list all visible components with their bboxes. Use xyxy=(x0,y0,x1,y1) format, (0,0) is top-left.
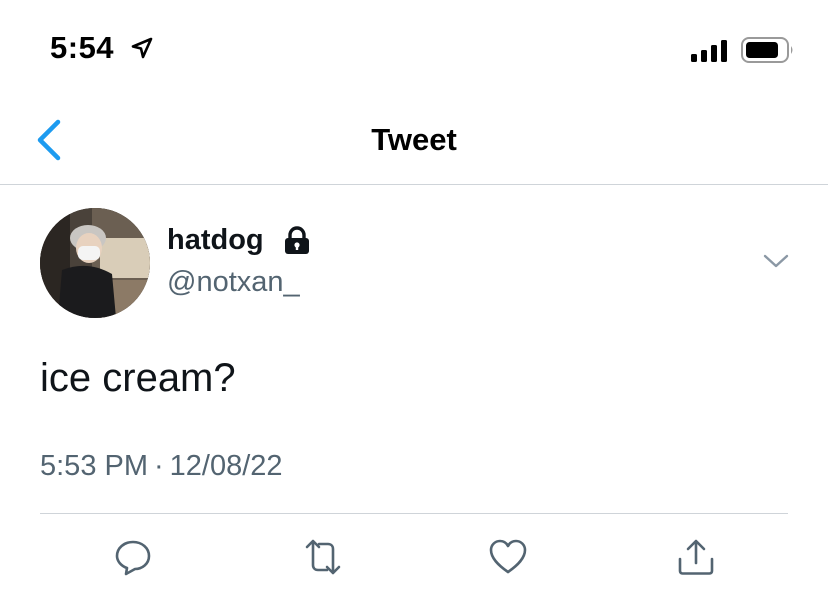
retweet-icon xyxy=(305,539,341,575)
heart-icon xyxy=(489,539,527,574)
page-title: Tweet xyxy=(371,122,457,157)
display-name[interactable]: hatdog xyxy=(167,224,264,257)
tweet-timestamp: 5:53 PM · 12/08/22 xyxy=(40,450,283,483)
divider xyxy=(40,513,788,514)
chevron-down-icon xyxy=(763,254,789,268)
status-time: 5:54 xyxy=(50,30,115,65)
battery-icon xyxy=(741,37,795,68)
tweet-text: ice cream? xyxy=(40,356,236,400)
share-icon xyxy=(678,539,714,575)
reply-button[interactable] xyxy=(113,537,153,577)
timestamp-separator: · xyxy=(154,450,164,482)
avatar[interactable] xyxy=(40,208,150,318)
like-button[interactable] xyxy=(488,537,528,577)
tweet-time: 5:53 PM xyxy=(40,450,148,482)
user-handle[interactable]: @notxan_ xyxy=(167,266,300,299)
avatar-image xyxy=(40,208,150,318)
reply-icon xyxy=(115,540,151,576)
lock-icon xyxy=(282,226,312,261)
tweet-date: 12/08/22 xyxy=(169,450,283,482)
retweet-button[interactable] xyxy=(301,537,341,577)
navigation-header: Tweet xyxy=(0,100,828,185)
more-options-button[interactable] xyxy=(762,252,790,275)
location-arrow-icon xyxy=(130,36,154,65)
tweet-detail-screen: 5:54 Tweet hatdog @notxan_ ice cream? 5:… xyxy=(0,0,828,598)
cellular-signal-icon xyxy=(691,40,729,67)
status-bar: 5:54 xyxy=(0,0,828,100)
share-button[interactable] xyxy=(676,537,716,577)
